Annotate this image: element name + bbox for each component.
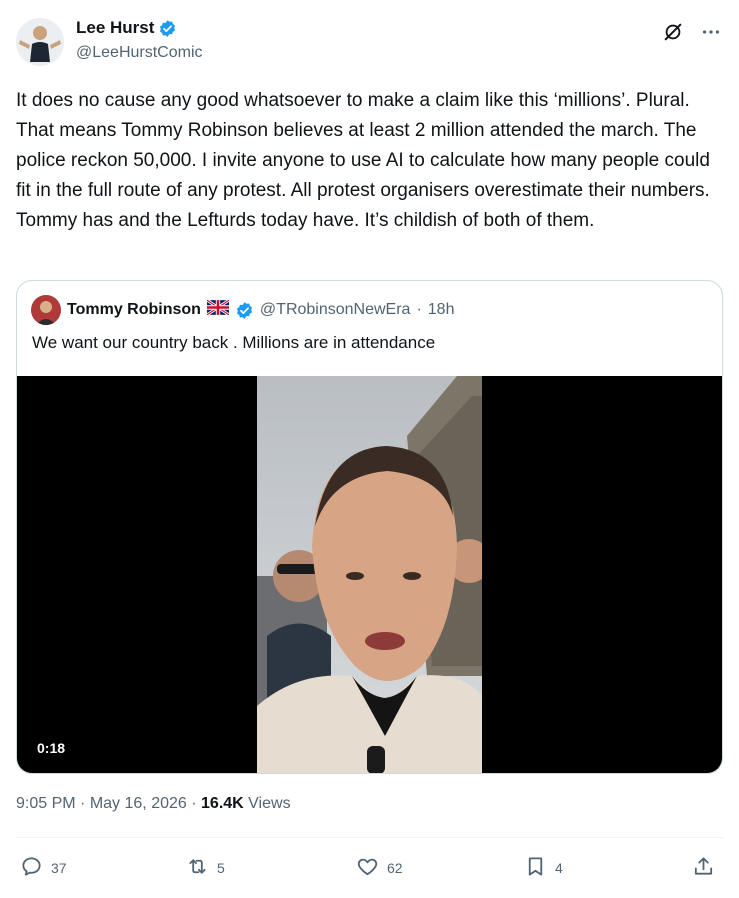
action-bar: 37 5 62 4 bbox=[16, 853, 723, 883]
quoted-tweet-header: Tommy Robinson @TRobinsonNewEra · 18h bbox=[31, 295, 454, 325]
reply-count: 37 bbox=[51, 860, 67, 876]
author-name-row[interactable]: Lee Hurst bbox=[76, 18, 177, 38]
like-count: 62 bbox=[387, 860, 403, 876]
heart-icon bbox=[356, 855, 379, 881]
author-avatar[interactable] bbox=[16, 18, 64, 66]
bookmark-count: 4 bbox=[555, 860, 563, 876]
video-thumbnail[interactable] bbox=[257, 376, 482, 773]
quoted-timestamp[interactable]: 18h bbox=[428, 301, 455, 319]
views-label: Views bbox=[248, 795, 291, 812]
repost-button[interactable]: 5 bbox=[186, 853, 225, 883]
quoted-verified-badge-icon bbox=[235, 301, 254, 320]
more-dots-icon[interactable] bbox=[699, 20, 723, 44]
like-button[interactable]: 62 bbox=[356, 853, 403, 883]
author-handle[interactable]: @LeeHurstComic bbox=[76, 44, 203, 62]
quoted-separator: · bbox=[416, 301, 422, 318]
tweet-text: It does no cause any good whatsoever to … bbox=[16, 90, 710, 231]
grok-slash-icon[interactable] bbox=[661, 20, 685, 44]
tweet-header: Lee Hurst @LeeHurstComic bbox=[16, 14, 723, 66]
uk-flag-icon bbox=[206, 298, 230, 320]
bookmark-icon bbox=[524, 855, 547, 881]
reply-bubble-icon bbox=[20, 855, 43, 881]
views-count[interactable]: 16.4K bbox=[201, 795, 244, 812]
bookmark-button[interactable]: 4 bbox=[524, 853, 563, 883]
top-actions bbox=[661, 20, 723, 44]
reply-button[interactable]: 37 bbox=[20, 853, 67, 883]
quoted-tweet[interactable]: Tommy Robinson @TRobinsonNewEra · 18h We… bbox=[16, 280, 723, 774]
repost-count: 5 bbox=[217, 860, 225, 876]
quoted-author-handle: @TRobinsonNewEra bbox=[259, 301, 411, 318]
video-duration: 0:18 bbox=[31, 738, 72, 758]
tweet-meta: 9:05 PM · May 16, 2026 · 16.4K Views bbox=[16, 795, 291, 813]
quoted-tweet-text: We want our country back . Millions are … bbox=[32, 333, 436, 352]
repost-arrows-icon bbox=[186, 855, 209, 881]
author-name[interactable]: Lee Hurst bbox=[76, 18, 154, 38]
divider bbox=[16, 837, 723, 838]
meta-separator: · bbox=[80, 795, 86, 812]
share-upload-icon bbox=[692, 855, 715, 881]
quoted-author-avatar[interactable] bbox=[31, 295, 61, 325]
tweet-time[interactable]: 9:05 PM bbox=[16, 795, 76, 812]
video-player[interactable]: 0:18 bbox=[17, 376, 722, 773]
meta-separator: · bbox=[191, 795, 197, 812]
quoted-author-name: Tommy Robinson bbox=[67, 301, 201, 318]
verified-badge-icon bbox=[158, 19, 177, 38]
share-button[interactable] bbox=[692, 853, 715, 883]
tweet-date[interactable]: May 16, 2026 bbox=[90, 795, 187, 812]
